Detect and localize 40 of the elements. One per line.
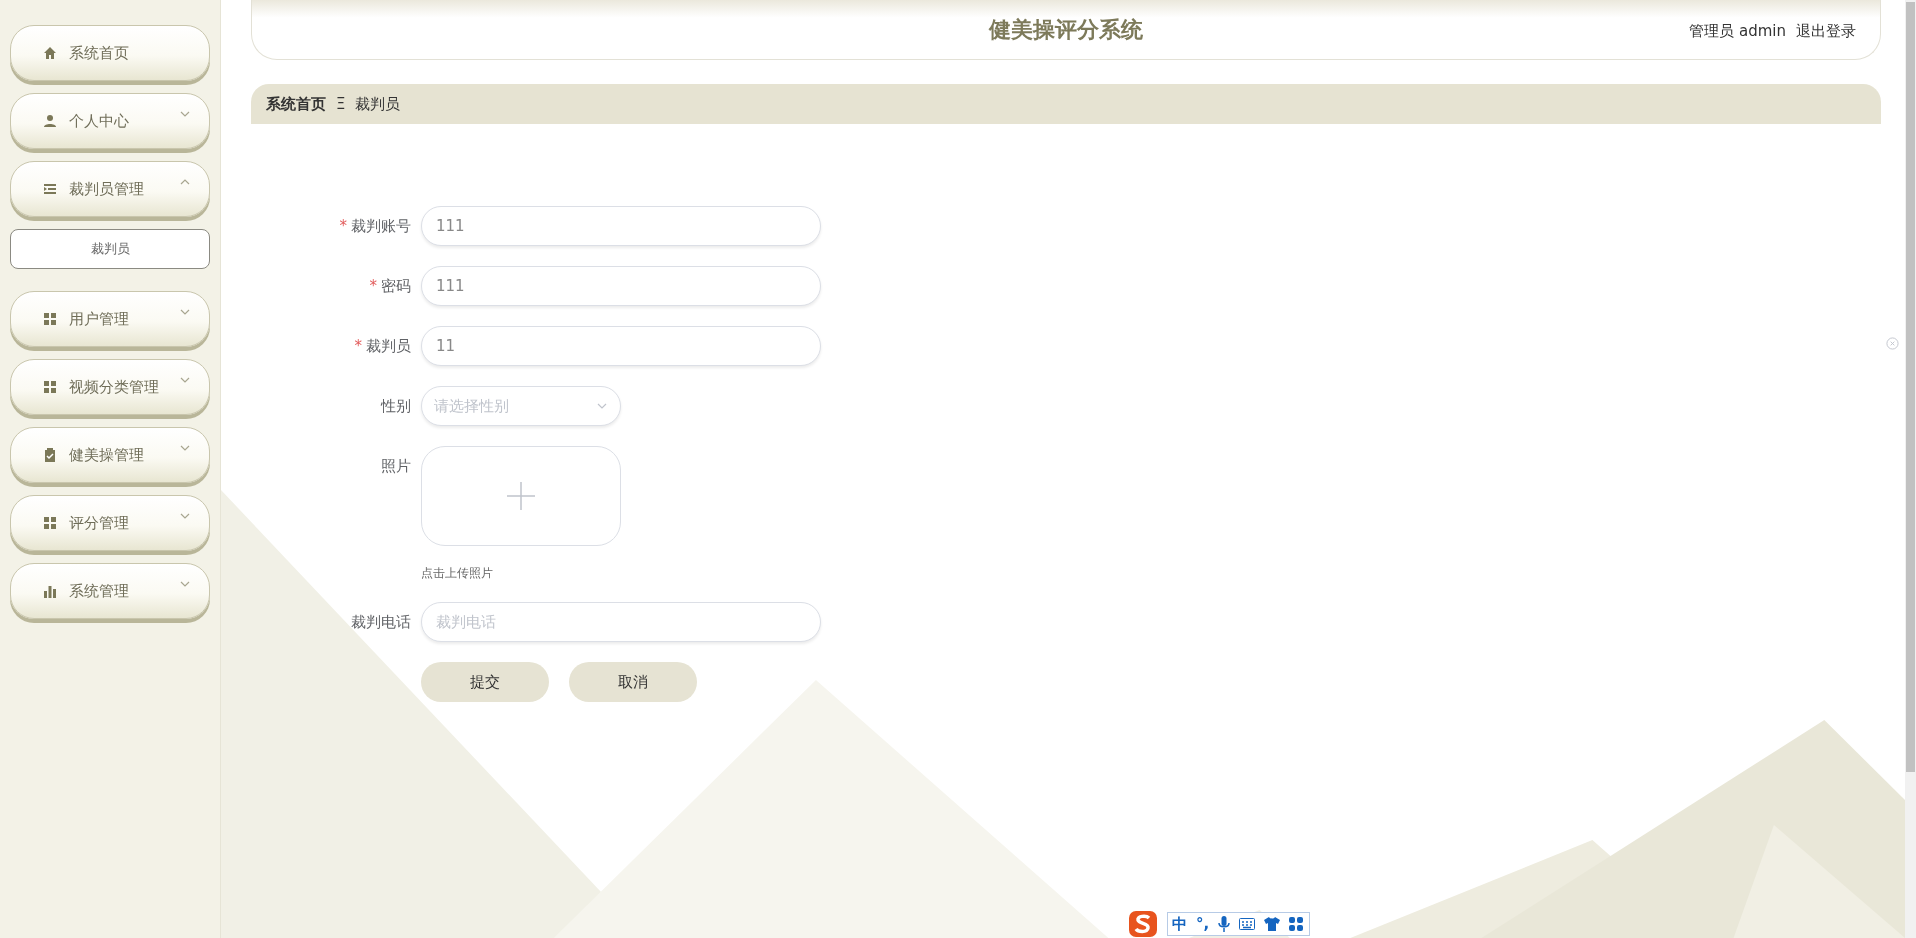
grid-icon[interactable]	[1289, 917, 1304, 931]
input-field[interactable]: 111	[421, 206, 821, 246]
app-title: 健美操评分系统	[989, 16, 1143, 44]
user-icon	[43, 114, 57, 128]
bar-chart-icon	[43, 584, 57, 598]
ime-logo-icon[interactable]	[1128, 910, 1158, 938]
scrollbar[interactable]	[1905, 0, 1916, 938]
field-label: 裁判员	[366, 337, 411, 355]
ime-mode[interactable]: 中	[1172, 916, 1187, 932]
upload-hint: 点击上传照片	[421, 565, 494, 582]
input-field[interactable]: 裁判电话	[421, 602, 821, 642]
field-label: 裁判账号	[351, 217, 411, 235]
microphone-icon[interactable]	[1218, 916, 1231, 932]
field-label: 照片	[381, 457, 411, 475]
submenu-item[interactable]: 裁判员	[10, 229, 210, 269]
clipboard-icon	[43, 448, 57, 462]
required-mark: *	[354, 337, 362, 355]
breadcrumb-separator: Ξ	[336, 93, 346, 115]
field-label: 裁判电话	[351, 613, 411, 631]
required-mark: *	[369, 277, 377, 295]
field-label: 密码	[381, 277, 411, 295]
grid-icon	[43, 516, 57, 530]
breadcrumb-item: 裁判员	[355, 93, 401, 115]
field-label: 性别	[381, 397, 411, 415]
keyboard-icon[interactable]	[1239, 918, 1256, 930]
user-label: 管理员 admin	[1689, 21, 1786, 42]
breadcrumb-item[interactable]: 系统首页	[266, 92, 326, 116]
plus-icon	[506, 481, 536, 511]
cancel-button[interactable]: 取消	[569, 662, 697, 702]
required-mark: *	[339, 217, 347, 235]
grid-icon	[43, 312, 57, 326]
input-field[interactable]: 111	[421, 266, 821, 306]
home-icon	[43, 46, 57, 60]
input-field[interactable]: 11	[421, 326, 821, 366]
submit-button[interactable]: 提交	[421, 662, 549, 702]
logout-link[interactable]: 退出登录	[1796, 20, 1856, 43]
list-icon	[43, 182, 57, 196]
punctuation-toggle[interactable]: °,	[1196, 916, 1210, 932]
shirt-icon[interactable]	[1264, 917, 1281, 931]
grid-icon	[43, 380, 57, 394]
